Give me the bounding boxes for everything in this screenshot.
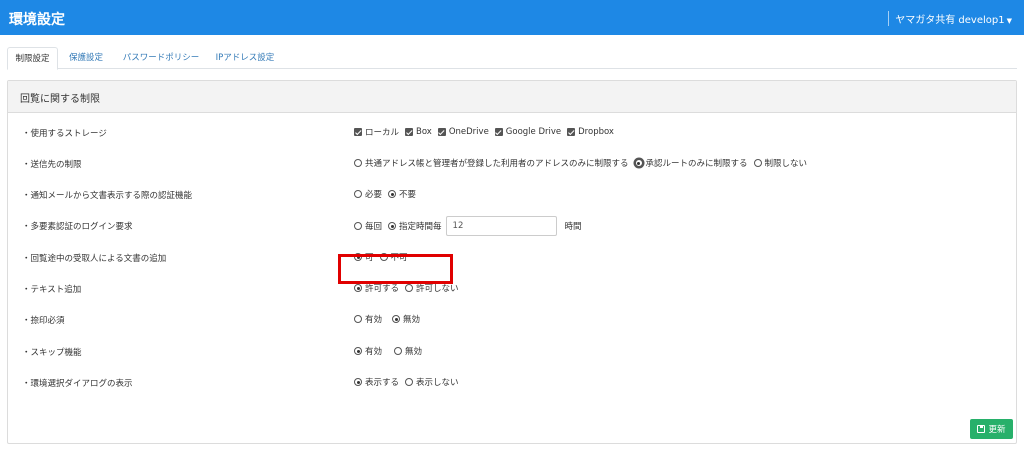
storage-google-drive-checkbox[interactable]: Google Drive [494,127,561,137]
mfa-interval-radio[interactable]: 指定時間毎 [388,220,442,232]
radio-selected-icon [354,284,362,292]
setting-label: ・捺印必須 [22,316,65,326]
setting-env-dialog: ・環境選択ダイアログの表示 表示する 表示しない [8,376,1016,390]
skip-disabled-radio[interactable]: 無効 [394,345,422,357]
setting-label: ・環境選択ダイアログの表示 [22,379,133,389]
mail-auth-not-required-radio[interactable]: 不要 [388,188,416,200]
radio-icon [753,159,762,167]
checkbox-checked-icon [494,128,503,136]
mfa-unit-label: 時間 [564,222,582,232]
radio-icon [354,222,362,230]
mfa-every-time-radio[interactable]: 毎回 [354,220,382,232]
setting-label: ・テキスト追加 [22,285,82,295]
setting-mail-auth: ・通知メールから文書表示する際の認証機能 必要 不要 [8,188,1016,202]
restriction-card: 回覧に関する制限 ・使用するストレージ ローカル Box OneDrive Go… [7,80,1017,444]
update-button[interactable]: 更新 [970,419,1013,439]
env-dialog-hide-radio[interactable]: 表示しない [405,376,459,388]
radio-icon [354,159,362,167]
recipient-approval-route-radio[interactable]: 承認ルートのみに制限する [634,157,748,169]
storage-box-checkbox[interactable]: Box [405,127,432,137]
setting-label: ・使用するストレージ [22,129,107,139]
setting-stamp-required: ・捺印必須 有効 無効 [8,313,1016,327]
setting-label: ・送信先の制限 [22,160,82,170]
setting-label: ・回覧途中の受取人による文書の追加 [22,254,167,264]
settings-tabs: 制限設定 保護設定 パスワードポリシー IPアドレス設定 [7,47,1017,70]
checkbox-checked-icon [354,128,362,136]
checkbox-checked-icon [405,128,414,136]
setting-add-document: ・回覧途中の受取人による文書の追加 可 不可 [8,251,1016,265]
setting-storage: ・使用するストレージ ローカル Box OneDrive Google Driv… [8,126,1016,140]
radio-selected-icon [354,378,362,386]
radio-selected-icon [392,315,401,323]
tab-protection[interactable]: 保護設定 [63,47,109,70]
storage-local-checkbox[interactable]: ローカル [354,126,399,138]
mail-auth-required-radio[interactable]: 必要 [354,188,382,200]
checkbox-checked-icon [437,128,446,136]
setting-text-add: ・テキスト追加 許可する 許可しない [8,282,1016,296]
radio-icon [354,315,362,323]
radio-icon [354,190,362,198]
radio-selected-icon [354,347,362,355]
setting-label: ・スキップ機能 [22,348,82,358]
recipient-address-book-radio[interactable]: 共通アドレス帳と管理者が登録した利用者のアドレスのみに制限する [354,157,629,169]
stamp-disabled-radio[interactable]: 無効 [392,313,420,325]
mfa-hours-input[interactable] [445,216,557,236]
user-name: ヤマガタ共有 develop1 [895,15,1005,26]
radio-icon [394,347,403,355]
save-icon [977,425,986,433]
page-title: 環境設定 [9,12,65,28]
card-title: 回覧に関する制限 [8,81,1016,113]
skip-enabled-radio[interactable]: 有効 [354,345,382,357]
radio-selected-icon [634,159,643,167]
radio-icon [405,378,414,386]
user-menu[interactable]: ヤマガタ共有 develop1 ▼ [888,11,1012,26]
setting-recipient: ・送信先の制限 共通アドレス帳と管理者が登録した利用者のアドレスのみに制限する … [8,157,1016,171]
stamp-enabled-radio[interactable]: 有効 [354,313,382,325]
setting-skip: ・スキップ機能 有効 無効 [8,345,1016,359]
env-dialog-show-radio[interactable]: 表示する [354,376,399,388]
annotation-highlight-box [338,254,453,284]
storage-onedrive-checkbox[interactable]: OneDrive [437,127,489,137]
setting-label: ・多要素認証のログイン要求 [22,222,133,232]
radio-icon [405,284,414,292]
radio-selected-icon [388,190,397,198]
tab-restriction[interactable]: 制限設定 [7,47,58,70]
top-bar: 環境設定 ヤマガタ共有 develop1 ▼ [0,0,1024,35]
tab-ip-address[interactable]: IPアドレス設定 [209,47,281,70]
setting-mfa: ・多要素認証のログイン要求 毎回 指定時間毎 時間 [8,216,1016,236]
tab-password-policy[interactable]: パスワードポリシー [115,47,207,70]
recipient-no-limit-radio[interactable]: 制限しない [753,157,807,169]
storage-dropbox-checkbox[interactable]: Dropbox [567,127,614,137]
caret-down-icon: ▼ [1006,17,1012,25]
checkbox-checked-icon [567,128,576,136]
radio-selected-icon [388,222,397,230]
setting-label: ・通知メールから文書表示する際の認証機能 [22,191,193,201]
